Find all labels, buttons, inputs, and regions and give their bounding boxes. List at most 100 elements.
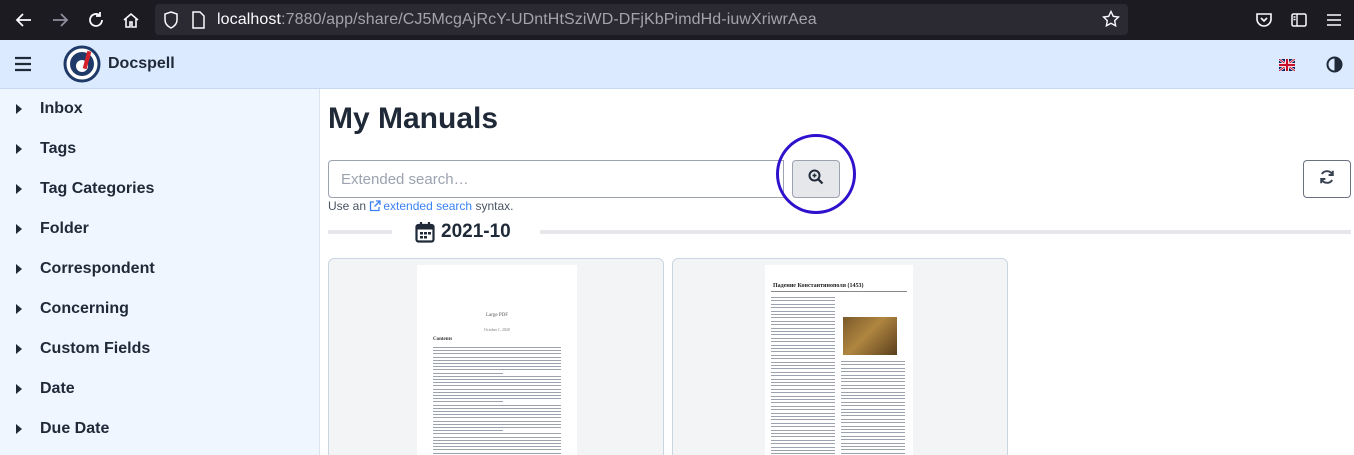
- sidebar-item-inbox[interactable]: Inbox: [0, 89, 320, 129]
- thumbnail-text-line: [433, 439, 561, 441]
- thumbnail-text-line: [771, 433, 835, 434]
- sidebar-item-correspondent[interactable]: Correspondent: [0, 249, 320, 289]
- home-icon[interactable]: [119, 8, 143, 32]
- app-name[interactable]: Docspell: [108, 55, 175, 73]
- theme-toggle-icon[interactable]: [1326, 56, 1343, 78]
- thumbnail-text-line: [841, 388, 905, 390]
- thumbnail-text-line: [771, 385, 835, 387]
- thumbnail-text-line: [433, 375, 561, 377]
- thumbnail-painting: [843, 317, 897, 355]
- thumbnail-text-line: [771, 419, 835, 421]
- thumbnail-text-line: [841, 429, 905, 430]
- thumbnail-text-line: [841, 418, 905, 420]
- sidebar-toggle-icon[interactable]: [1287, 8, 1311, 32]
- sidebar-item-due-date[interactable]: Due Date: [0, 409, 320, 449]
- thumbnail-text-line: [433, 385, 561, 387]
- thumbnail-text-line: [841, 374, 905, 376]
- thumbnail-text-line: [433, 417, 561, 419]
- address-bar[interactable]: localhost:7880/app/share/CJ5McgAjRcY-UDn…: [155, 4, 1128, 35]
- extended-search-link[interactable]: extended search: [369, 199, 472, 213]
- tracking-shield-icon[interactable]: [163, 11, 179, 34]
- document-card[interactable]: Падение Константинополя (1453): [672, 258, 1008, 455]
- caret-right-icon: [16, 144, 22, 154]
- thumbnail-text-line: [433, 436, 561, 438]
- sidebar-item-label: Inbox: [40, 100, 83, 117]
- thumbnail-text-line: [841, 391, 905, 393]
- thumbnail-text-line: [771, 365, 835, 366]
- document-card[interactable]: Large PDF October 1, 2020 Contents: [328, 258, 664, 455]
- document-thumbnail: Large PDF October 1, 2020 Contents: [417, 265, 577, 455]
- thumbnail-text-line: [433, 449, 561, 451]
- page-info-icon[interactable]: [191, 11, 205, 34]
- sidebar-item-tags[interactable]: Tags: [0, 129, 320, 169]
- thumbnail-text-line: [771, 378, 835, 380]
- caret-right-icon: [16, 344, 22, 354]
- sidebar-item-custom-fields[interactable]: Custom Fields: [0, 329, 320, 369]
- thumbnail-text-line: [433, 430, 503, 432]
- thumbnail-text-line: [771, 337, 835, 339]
- thumbnail-text-line: [433, 382, 561, 384]
- caret-right-icon: [16, 264, 22, 274]
- thumbnail-text-line: [841, 371, 905, 373]
- thumbnail-text-line: [841, 452, 905, 454]
- thumbnail-text-line: [841, 395, 905, 396]
- thumbnail-text-line: [771, 334, 835, 336]
- thumbnail-text-line: [771, 429, 835, 431]
- search-input[interactable]: [328, 160, 784, 198]
- sidebar: Inbox Tags Tag Categories Folder Corresp…: [0, 89, 320, 455]
- thumbnail-text-line: [433, 391, 561, 393]
- thumbnail-text-line: [771, 331, 835, 332]
- thumbnail-text-line: [771, 422, 835, 424]
- thumbnail-text-line: [841, 367, 905, 369]
- sidebar-item-label: Concerning: [40, 300, 129, 317]
- calendar-icon: [415, 221, 435, 248]
- thumbnail-text-line: [771, 341, 835, 343]
- bookmark-star-icon[interactable]: [1101, 9, 1121, 33]
- thumbnail-date: October 1, 2020: [484, 327, 510, 332]
- sidebar-item-label: Due Date: [40, 420, 110, 437]
- caret-right-icon: [16, 304, 22, 314]
- sidebar-item-tag-categories[interactable]: Tag Categories: [0, 169, 320, 209]
- hamburger-menu-icon[interactable]: [14, 56, 32, 77]
- thumbnail-text-line: [433, 452, 561, 454]
- thumbnail-text-line: [433, 395, 561, 396]
- thumbnail-text-line: [433, 420, 561, 422]
- reload-icon[interactable]: [84, 8, 108, 32]
- external-link-icon: [369, 200, 382, 215]
- thumbnail-text-line: [433, 388, 561, 390]
- thumbnail-text-line: [841, 439, 905, 441]
- refresh-button[interactable]: [1303, 160, 1351, 198]
- thumbnail-text-line: [841, 381, 905, 383]
- hint-prefix: Use an: [328, 199, 367, 213]
- thumbnail-text-line: [771, 392, 835, 394]
- pocket-icon[interactable]: [1252, 8, 1276, 32]
- thumbnail-text-line: [771, 351, 835, 353]
- thumbnail-text-line: [771, 395, 835, 397]
- thumbnail-text-line: [433, 404, 561, 406]
- sidebar-item-concerning[interactable]: Concerning: [0, 289, 320, 329]
- back-arrow-icon[interactable]: [12, 8, 36, 32]
- thumbnail-text-line: [771, 450, 835, 451]
- thumbnail-text-line: [841, 412, 905, 413]
- sidebar-item-folder[interactable]: Folder: [0, 209, 320, 249]
- thumbnail-text-line: [771, 402, 835, 404]
- language-flag-icon[interactable]: [1278, 58, 1296, 76]
- thumbnail-text-line: [771, 446, 835, 448]
- thumbnail-text-line: [771, 375, 835, 377]
- sidebar-item-date[interactable]: Date: [0, 369, 320, 409]
- thumbnail-text-line: [771, 303, 835, 305]
- thumbnail-text-line: [771, 361, 835, 363]
- thumbnail-text-line: [433, 414, 561, 416]
- thumbnail-text-line: [433, 369, 561, 371]
- thumbnail-text-line: [433, 401, 503, 403]
- thumbnail-text-line: [433, 411, 561, 412]
- url-host: localhost: [217, 11, 282, 28]
- thumbnail-text-line: [433, 353, 561, 355]
- thumbnail-title: Large PDF: [486, 313, 508, 318]
- thumbnail-text-line: [771, 412, 835, 414]
- docspell-logo[interactable]: [63, 45, 101, 88]
- thumbnail-text-line: [841, 401, 905, 403]
- browser-menu-icon[interactable]: [1322, 8, 1346, 32]
- forward-arrow-icon[interactable]: [48, 8, 72, 32]
- thumbnail-text-line: [771, 348, 835, 349]
